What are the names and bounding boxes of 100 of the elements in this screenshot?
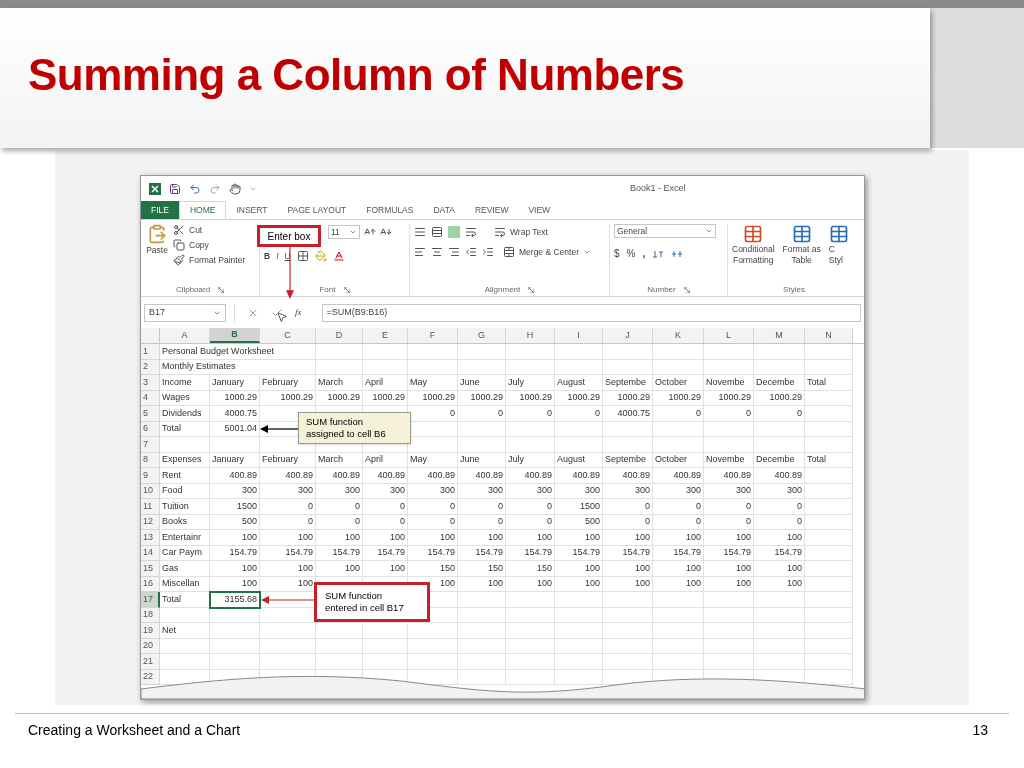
column-header[interactable]: E [363, 328, 408, 343]
bold-button[interactable]: B [264, 250, 271, 263]
align-right-icon[interactable] [448, 246, 460, 259]
row-header[interactable]: 9 [141, 468, 160, 484]
column-header[interactable]: D [316, 328, 363, 343]
column-header[interactable]: H [506, 328, 555, 343]
align-left-icon[interactable] [414, 246, 426, 259]
name-box[interactable]: B17 [144, 303, 226, 322]
ribbon-tab[interactable]: INSERT [226, 201, 278, 219]
dialog-launcher-icon[interactable] [683, 287, 690, 293]
cut-button[interactable]: Cut [173, 224, 246, 237]
format-as-table-button[interactable]: Format as Table [782, 224, 821, 266]
row-header[interactable]: 3 [141, 375, 160, 391]
grow-font-icon[interactable] [364, 226, 376, 238]
row-header[interactable]: 15 [141, 561, 160, 577]
top-align-icon[interactable] [414, 226, 426, 238]
grid-cell: 1000.29 [506, 390, 555, 406]
row-header[interactable]: 1 [141, 344, 160, 360]
ribbon-tab[interactable]: FORMULAS [356, 201, 424, 219]
decrease-indent-icon[interactable] [465, 246, 477, 259]
font-color-icon[interactable] [332, 250, 345, 263]
row-header[interactable]: 11 [141, 499, 160, 515]
increase-decimal-icon[interactable] [652, 248, 665, 259]
row-header[interactable]: 13 [141, 530, 160, 546]
styles-icon[interactable] [828, 224, 849, 244]
grid-cell: 1000.29 [458, 390, 506, 406]
dropdown-caret-icon[interactable] [349, 228, 357, 236]
row-header[interactable]: 17 [141, 592, 160, 608]
wrap-text-icon[interactable] [494, 226, 506, 238]
ribbon-tab[interactable]: PAGE LAYOUT [277, 201, 357, 219]
dialog-launcher-icon[interactable] [218, 287, 225, 293]
dropdown-caret-icon[interactable] [705, 227, 713, 235]
middle-align-icon[interactable] [431, 226, 443, 238]
number-format-field[interactable]: General [614, 224, 716, 238]
insert-function-button[interactable]: fx [295, 305, 302, 320]
comma-button[interactable]: , [642, 246, 646, 261]
conditional-formatting-button[interactable]: Conditional Formatting [732, 224, 775, 266]
wrap-text-button[interactable]: Wrap Text [494, 225, 548, 239]
dialog-launcher-icon[interactable] [528, 287, 535, 293]
grid-cell [260, 638, 316, 654]
increase-indent-icon[interactable] [482, 246, 494, 259]
grid-cell [653, 592, 704, 608]
paintbrush-icon[interactable] [173, 253, 185, 266]
column-header[interactable]: K [653, 328, 704, 343]
copy-icon[interactable] [173, 239, 185, 252]
column-header[interactable]: L [704, 328, 754, 343]
paste-button[interactable]: Paste [145, 224, 169, 267]
column-header[interactable]: I [555, 328, 603, 343]
grid-cell [506, 592, 555, 608]
merge-icon[interactable] [503, 246, 515, 259]
column-header[interactable]: J [603, 328, 653, 343]
column-header[interactable]: A [160, 328, 210, 343]
row-header[interactable]: 19 [141, 623, 160, 639]
cell-styles-button[interactable]: C Styl [828, 224, 849, 266]
scissors-icon[interactable] [173, 224, 185, 237]
grid-cell: 1000.29 [260, 390, 316, 406]
column-header[interactable]: B [210, 328, 260, 343]
currency-button[interactable]: $ [614, 246, 620, 261]
spreadsheet-logo-icon[interactable] [149, 182, 161, 195]
ribbon-tab[interactable]: FILE [141, 201, 179, 219]
decrease-decimal-icon[interactable] [671, 248, 684, 259]
merge-center-button[interactable]: Merge & Center [503, 246, 591, 259]
ribbon-tab[interactable]: VIEW [518, 201, 561, 219]
formula-field[interactable]: =SUM(B9:B16) [321, 303, 861, 322]
grid-cell [603, 344, 653, 360]
copy-button[interactable]: Copy [173, 238, 246, 252]
underline-button[interactable]: U [284, 250, 291, 263]
italic-button[interactable]: I [276, 250, 279, 263]
ribbon-tab[interactable]: HOME [178, 201, 227, 219]
colored-table-icon[interactable] [743, 224, 764, 244]
callout-label: SUM function entered in cell B17 [314, 582, 430, 622]
column-header[interactable]: M [754, 328, 805, 343]
grid-cell: 0 [754, 406, 805, 422]
undo-icon[interactable] [189, 182, 201, 195]
column-header[interactable]: F [408, 328, 458, 343]
grid-cell: Net [160, 623, 210, 639]
shrink-font-icon[interactable] [380, 226, 392, 238]
row-header[interactable]: 7 [141, 437, 160, 453]
row-header[interactable]: 21 [141, 654, 160, 670]
column-header[interactable]: G [458, 328, 506, 343]
percent-button[interactable]: % [626, 246, 636, 261]
group-label: Number [647, 284, 676, 296]
table-icon[interactable] [791, 224, 812, 244]
ribbon-tab[interactable]: DATA [423, 201, 465, 219]
grid-cell [805, 359, 853, 375]
dialog-launcher-icon[interactable] [343, 287, 350, 293]
touch-mode-icon[interactable] [229, 182, 241, 195]
ribbon-tab[interactable]: REVIEW [464, 201, 519, 219]
font-size-field[interactable]: 11 [328, 225, 360, 239]
align-center-icon[interactable] [431, 246, 443, 259]
orientation-icon[interactable] [465, 226, 477, 238]
column-header[interactable]: C [260, 328, 316, 343]
format-painter-button[interactable]: Format Painter [173, 253, 246, 267]
save-icon[interactable] [169, 182, 181, 195]
column-header[interactable]: N [805, 328, 853, 343]
grid-cell: 300 [506, 483, 555, 499]
borders-icon[interactable] [296, 250, 309, 263]
grid-cell: 154.79 [260, 545, 316, 561]
row-header[interactable]: 5 [141, 406, 160, 422]
grid-cell [316, 638, 363, 654]
